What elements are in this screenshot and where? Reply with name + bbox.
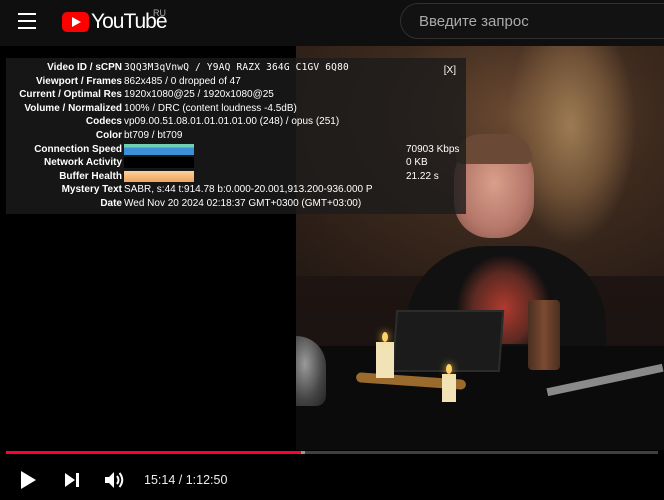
buffer-health-graph [124, 170, 194, 182]
stats-label: Codecs [85, 116, 122, 128]
stats-label: Volume / Normalized [24, 102, 122, 114]
stats-label: Video ID / sCPN [47, 62, 122, 73]
stats-for-nerds-panel: [X] Video ID / sCPN 3QQ3M3qVnwQ / Y9AQ R… [6, 58, 466, 214]
stats-value: SABR, s:44 t:914.78 b:0.000-20.001,913.2… [124, 184, 373, 196]
progress-bar[interactable] [6, 451, 658, 454]
stats-row-connection-speed: Connection Speed 70903 Kbps [6, 143, 466, 157]
stats-label: Current / Optimal Res [19, 89, 122, 101]
youtube-play-logo-icon [62, 12, 89, 32]
search-box[interactable] [400, 3, 664, 39]
stats-row-color: Color bt709 / bt709 [6, 129, 466, 143]
stats-row-resolution: Current / Optimal Res 1920x1080@25 / 192… [6, 88, 466, 102]
volume-icon [105, 472, 124, 488]
stats-value: 862x485 / 0 dropped of 47 [124, 75, 241, 87]
time-display: 15:14 / 1:12:50 [144, 473, 227, 487]
stats-label: Viewport / Frames [36, 75, 122, 87]
play-button[interactable] [14, 466, 42, 494]
stats-label: Mystery Text [61, 184, 122, 196]
stats-value: 1920x1080@25 / 1920x1080@25 [124, 89, 274, 101]
stats-label: Buffer Health [59, 170, 122, 182]
stats-row-video-id: Video ID / sCPN 3QQ3M3qVnwQ / Y9AQ RAZX … [6, 61, 466, 75]
stats-row-network-activity: Network Activity 0 KB [6, 156, 466, 170]
stats-row-buffer-health: Buffer Health 21.22 s [6, 170, 466, 184]
stats-value: 21.22 s [406, 170, 439, 182]
stats-value: 100% / DRC (content loudness -4.5dB) [124, 102, 297, 114]
stats-value: 70903 Kbps [406, 143, 460, 155]
logo-region-code: RU [153, 8, 166, 18]
stats-row-viewport: Viewport / Frames 862x485 / 0 dropped of… [6, 75, 466, 89]
stats-row-codecs: Codecs vp09.00.51.08.01.01.01.01.00 (248… [6, 115, 466, 129]
video-player[interactable]: [X] Video ID / sCPN 3QQ3M3qVnwQ / Y9AQ R… [0, 46, 664, 500]
play-icon [21, 471, 36, 489]
network-activity-graph [124, 157, 194, 169]
stats-value: 0 KB [406, 157, 428, 169]
player-controls: 15:14 / 1:12:50 [0, 460, 664, 500]
video-mug [528, 300, 560, 370]
video-candle [442, 374, 456, 402]
next-icon [65, 473, 79, 487]
connection-speed-graph [124, 143, 194, 155]
stats-label: Connection Speed [34, 143, 122, 155]
stats-row-mystery-text: Mystery Text SABR, s:44 t:914.78 b:0.000… [6, 183, 466, 197]
youtube-logo[interactable]: YouTube [62, 10, 168, 34]
masthead: YouTube RU [0, 0, 664, 46]
stats-value: Wed Nov 20 2024 02:18:37 GMT+0300 (GMT+0… [124, 197, 362, 209]
video-candle-flame [382, 332, 388, 342]
next-button[interactable] [58, 466, 86, 494]
stats-row-date: Date Wed Nov 20 2024 02:18:37 GMT+0300 (… [6, 197, 466, 211]
time-current: 15:14 [144, 473, 176, 487]
video-person-hair [456, 134, 532, 164]
stats-value: vp09.00.51.08.01.01.01.01.00 (248) / opu… [124, 116, 340, 128]
video-tablet [391, 310, 505, 372]
time-separator: / [175, 473, 186, 487]
progress-played [6, 451, 301, 454]
stats-value: bt709 / bt709 [124, 129, 183, 141]
video-candle-flame [446, 364, 452, 374]
stats-row-volume: Volume / Normalized 100% / DRC (content … [6, 102, 466, 116]
menu-icon[interactable] [18, 13, 38, 29]
stats-label: Date [100, 197, 122, 209]
video-candle [376, 342, 394, 378]
stats-label: Network Activity [44, 157, 122, 169]
time-total: 1:12:50 [185, 473, 228, 487]
stats-label: Color [95, 129, 122, 141]
volume-button[interactable] [101, 466, 129, 494]
search-input[interactable] [417, 11, 657, 31]
stats-value: 3QQ3M3qVnwQ / Y9AQ RAZX 364G C1GV 6Q80 [124, 62, 349, 73]
